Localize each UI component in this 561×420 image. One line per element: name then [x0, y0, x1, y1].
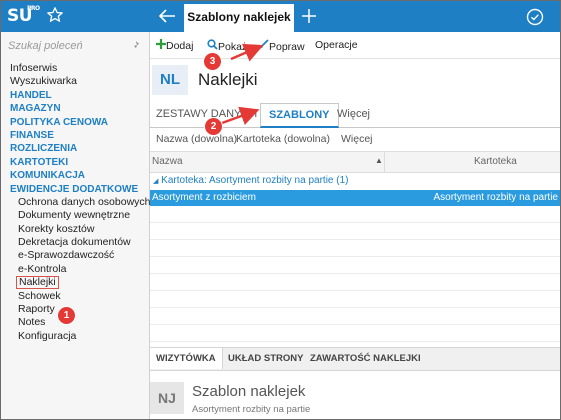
tab-szablony[interactable]: SZABLONY: [260, 103, 339, 128]
page-badge: NL: [152, 65, 188, 95]
detail-title: Szablon naklejek: [192, 383, 306, 400]
group-row[interactable]: ◢ Kartoteka: Asortyment rozbity na parti…: [150, 173, 560, 189]
callout-badge-2: 2: [205, 118, 222, 135]
search-placeholder: Szukaj poleceń: [8, 40, 83, 52]
tab-uklad-strony[interactable]: UKŁAD STRONY: [228, 353, 303, 364]
column-divider: [384, 152, 385, 172]
plus-icon: [156, 39, 166, 49]
sidebar-item-15[interactable]: e-Kontrola: [10, 263, 146, 276]
column-name[interactable]: Nazwa: [152, 156, 183, 167]
empty-grid-rows: [150, 206, 560, 346]
column-card[interactable]: Kartoteka: [474, 156, 517, 167]
tab-zestawy-danych[interactable]: ZESTAWY DANYCH: [156, 108, 257, 120]
new-tab-plus-icon[interactable]: [301, 8, 317, 24]
sidebar-item-label: Naklejki: [16, 276, 59, 290]
callout-badge-3: 3: [204, 53, 221, 70]
sidebar-nav: Infoserwis Wyszukiwarka HANDEL MAGAZYN POLIT…: [10, 62, 151, 343]
filter-card[interactable]: Kartoteka (dowolna): [236, 133, 330, 145]
logo-sup: PRO: [27, 5, 40, 12]
add-label: Dodaj: [166, 40, 194, 52]
tab-wizytowka[interactable]: WIZYTÓWKA: [150, 348, 223, 369]
operations-button[interactable]: Operacje: [315, 39, 358, 51]
app-logo[interactable]: SU PRO: [7, 5, 40, 26]
table-row[interactable]: Asortyment z rozbiciem Asortyment rozbit…: [150, 190, 560, 206]
sidebar-item-10[interactable]: Ochrona danych osobowych: [10, 196, 151, 209]
sidebar-item-9[interactable]: EWIDENCJE DODATKOWE: [10, 183, 146, 196]
sidebar-item-18[interactable]: Raporty: [10, 303, 146, 316]
sidebar-item-6[interactable]: ROZLICZENIA: [10, 142, 146, 155]
show-label: Pokaż: [218, 41, 248, 53]
sidebar-item-8[interactable]: KOMUNIKACJA: [10, 169, 146, 182]
sidebar-item-11[interactable]: Dokumenty wewnętrzne: [10, 209, 146, 222]
expand-triangle-icon[interactable]: ◢: [153, 178, 158, 185]
callout-badge-1: 1: [58, 307, 75, 324]
sidebar-item-0[interactable]: Infoserwis: [10, 62, 146, 75]
star-icon[interactable]: [46, 6, 64, 24]
sidebar-item-12[interactable]: Korekty kosztów: [10, 223, 146, 236]
detail-subtitle: Asortyment rozbity na partie: [192, 404, 311, 415]
tab-zawartosc-naklejki[interactable]: ZAWARTOŚĆ NAKLEJKI: [310, 353, 421, 364]
sidebar-item-16[interactable]: Naklejki: [10, 276, 146, 290]
detail-card: NJ Szablon naklejek Asortyment rozbity n…: [150, 370, 560, 419]
filter-more[interactable]: Więcej: [341, 133, 373, 145]
detail-badge: NJ: [150, 382, 184, 414]
sidebar-item-17[interactable]: Schowek: [10, 290, 146, 303]
back-arrow-icon[interactable]: [157, 7, 177, 25]
sidebar-item-7[interactable]: KARTOTEKI: [10, 156, 146, 169]
sidebar-item-14[interactable]: e-Sprawozdawczość: [10, 249, 146, 262]
sidebar-item-2[interactable]: HANDEL: [10, 89, 146, 102]
filter-name[interactable]: Nazwa (dowolna): [156, 133, 237, 145]
row-card-cell: Asortyment rozbity na partie: [433, 192, 559, 203]
sidebar-item-20[interactable]: Konfiguracja: [10, 330, 146, 343]
show-button[interactable]: Pokaż: [207, 39, 247, 53]
edit-label: Popraw: [269, 41, 305, 53]
magnifier-icon: [207, 39, 218, 50]
top-bar: Szablony naklejek: [149, 1, 560, 32]
page-title: Naklejki: [198, 70, 258, 89]
sidebar-item-4[interactable]: POLITYKA CENOWA: [10, 116, 146, 129]
grid-header: Nazwa ▲ Kartoteka: [150, 151, 560, 173]
sidebar-item-13[interactable]: Dekretacja dokumentów: [10, 236, 146, 249]
tab-wiecej[interactable]: Więcej: [337, 108, 370, 120]
tab-szablony-naklejek[interactable]: Szablony naklejek: [184, 4, 294, 32]
brush-icon: [260, 39, 269, 49]
sort-asc-icon[interactable]: ▲: [375, 156, 383, 165]
row-name-cell: Asortyment z rozbiciem: [152, 192, 256, 203]
sidebar-item-5[interactable]: FINANSE: [10, 129, 146, 142]
sidebar-item-3[interactable]: MAGAZYN: [10, 102, 146, 115]
add-button[interactable]: Dodaj: [156, 39, 193, 52]
check-circle-icon[interactable]: [526, 8, 544, 26]
sidebar-item-19[interactable]: Notes: [10, 316, 146, 329]
pin-icon[interactable]: [130, 40, 140, 50]
search-input[interactable]: Szukaj poleceń: [8, 40, 140, 56]
sidebar: Szukaj poleceń Infoserwis Wyszukiwarka HAN…: [1, 32, 151, 419]
logo-bar: SU PRO: [1, 1, 149, 32]
edit-button[interactable]: Popraw: [258, 39, 305, 53]
group-label: Kartoteka: Asortyment rozbity na partie …: [161, 175, 349, 186]
sidebar-item-1[interactable]: Wyszukiwarka: [10, 75, 146, 88]
detail-tab-bar: WIZYTÓWKA UKŁAD STRONY ZAWARTOŚĆ NAKLEJK…: [150, 347, 560, 371]
app-window: SU PRO Szablony naklejek Szukaj poleceń I…: [0, 0, 561, 420]
